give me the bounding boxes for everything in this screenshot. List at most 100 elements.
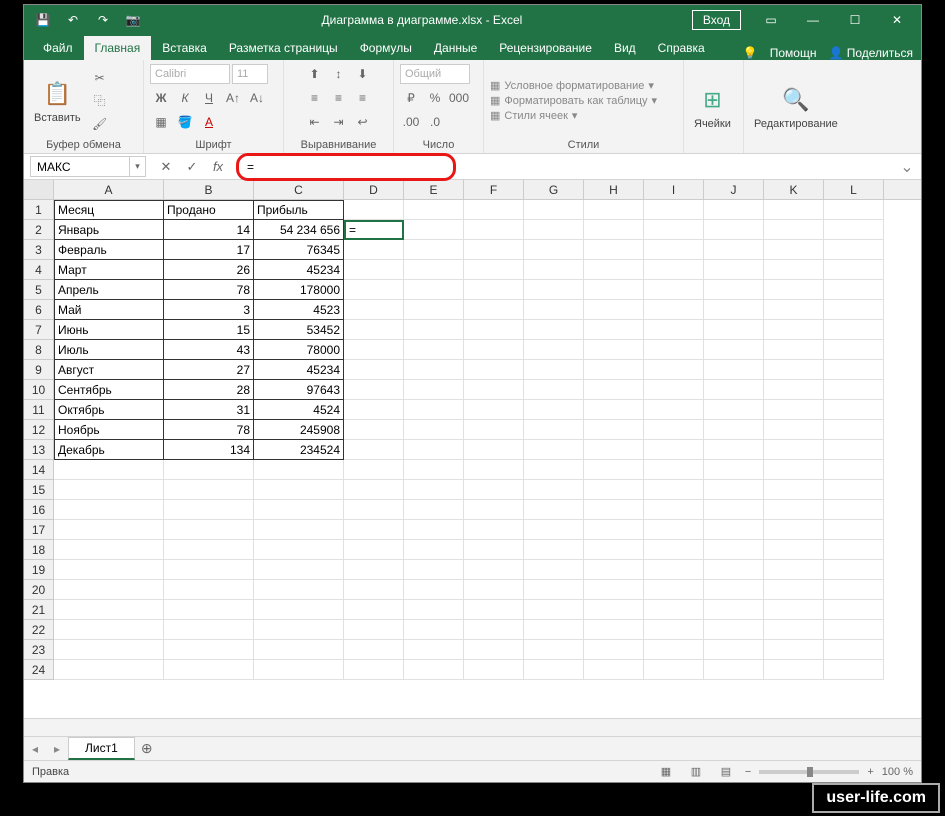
expand-formula-bar-icon[interactable]: ⌄ <box>897 157 917 177</box>
cell[interactable] <box>824 240 884 260</box>
cell[interactable]: Июнь <box>54 320 164 340</box>
cell[interactable] <box>584 260 644 280</box>
cell[interactable] <box>584 520 644 540</box>
cell[interactable] <box>524 420 584 440</box>
cell[interactable] <box>404 280 464 300</box>
row-header[interactable]: 12 <box>24 420 54 440</box>
italic-button[interactable]: К <box>174 88 196 108</box>
cell[interactable] <box>764 220 824 240</box>
row-header[interactable]: 10 <box>24 380 54 400</box>
cell[interactable] <box>464 620 524 640</box>
cell[interactable] <box>584 380 644 400</box>
cell[interactable] <box>824 260 884 280</box>
cell[interactable]: 245908 <box>254 420 344 440</box>
cell[interactable] <box>644 340 704 360</box>
cell[interactable] <box>254 560 344 580</box>
add-sheet-icon[interactable]: ⊕ <box>135 738 159 760</box>
column-header[interactable]: H <box>584 180 644 199</box>
cell[interactable]: 178000 <box>254 280 344 300</box>
name-box[interactable]: МАКС <box>30 156 130 177</box>
cell[interactable] <box>54 660 164 680</box>
cell[interactable] <box>704 520 764 540</box>
cell[interactable] <box>824 580 884 600</box>
cell[interactable] <box>344 640 404 660</box>
cell[interactable] <box>824 440 884 460</box>
cell[interactable] <box>524 620 584 640</box>
cell[interactable] <box>824 280 884 300</box>
wrap-text-icon[interactable]: ↩ <box>352 112 374 132</box>
cell[interactable] <box>164 480 254 500</box>
cell[interactable] <box>704 340 764 360</box>
column-header[interactable]: G <box>524 180 584 199</box>
cell[interactable] <box>524 340 584 360</box>
copy-icon[interactable]: ⿻ <box>89 91 111 111</box>
cell[interactable] <box>344 440 404 460</box>
cell[interactable]: 3 <box>164 300 254 320</box>
cell[interactable] <box>824 420 884 440</box>
cell[interactable]: 43 <box>164 340 254 360</box>
cell[interactable] <box>464 380 524 400</box>
cell[interactable] <box>344 380 404 400</box>
cell[interactable] <box>764 660 824 680</box>
column-header[interactable]: L <box>824 180 884 199</box>
cell[interactable] <box>344 540 404 560</box>
cell[interactable] <box>644 380 704 400</box>
border-icon[interactable]: ▦ <box>150 112 172 132</box>
zoom-level[interactable]: 100 % <box>882 766 913 778</box>
cell[interactable] <box>704 260 764 280</box>
cell[interactable] <box>644 300 704 320</box>
cell[interactable] <box>464 260 524 280</box>
row-header[interactable]: 1 <box>24 200 54 220</box>
underline-button[interactable]: Ч <box>198 88 220 108</box>
tab-вид[interactable]: Вид <box>603 36 647 60</box>
cell[interactable] <box>584 420 644 440</box>
cell[interactable] <box>524 580 584 600</box>
cell[interactable] <box>824 660 884 680</box>
cell[interactable] <box>764 280 824 300</box>
cell[interactable] <box>764 560 824 580</box>
cell[interactable] <box>704 480 764 500</box>
column-header[interactable]: I <box>644 180 704 199</box>
cell[interactable] <box>404 340 464 360</box>
cancel-formula-icon[interactable]: ✕ <box>154 157 178 177</box>
cell[interactable] <box>344 600 404 620</box>
row-header[interactable]: 22 <box>24 620 54 640</box>
row-header[interactable]: 23 <box>24 640 54 660</box>
enter-formula-icon[interactable]: ✓ <box>180 157 204 177</box>
cell[interactable] <box>704 420 764 440</box>
cell[interactable] <box>54 640 164 660</box>
cell[interactable]: 31 <box>164 400 254 420</box>
cell[interactable] <box>164 660 254 680</box>
cell[interactable] <box>644 560 704 580</box>
cell[interactable] <box>584 480 644 500</box>
login-button[interactable]: Вход <box>692 10 741 30</box>
cell[interactable] <box>164 520 254 540</box>
row-header[interactable]: 2 <box>24 220 54 240</box>
share-button[interactable]: 👤 Поделиться <box>828 46 913 60</box>
cell[interactable] <box>464 560 524 580</box>
cell[interactable] <box>404 580 464 600</box>
number-format-select[interactable]: Общий <box>400 64 470 84</box>
cell[interactable] <box>464 460 524 480</box>
cell[interactable]: Прибыль <box>254 200 344 220</box>
cell[interactable] <box>824 300 884 320</box>
cell[interactable] <box>584 560 644 580</box>
cell[interactable]: 76345 <box>254 240 344 260</box>
cell[interactable] <box>344 360 404 380</box>
cell[interactable] <box>164 560 254 580</box>
cell[interactable]: 78000 <box>254 340 344 360</box>
cell[interactable] <box>404 240 464 260</box>
cell[interactable] <box>644 280 704 300</box>
cell[interactable] <box>344 280 404 300</box>
row-header[interactable]: 11 <box>24 400 54 420</box>
tab-вставка[interactable]: Вставка <box>151 36 218 60</box>
cell[interactable] <box>404 460 464 480</box>
cell[interactable]: Декабрь <box>54 440 164 460</box>
cell[interactable] <box>824 200 884 220</box>
cell[interactable] <box>644 240 704 260</box>
column-header[interactable]: E <box>404 180 464 199</box>
cell[interactable] <box>464 220 524 240</box>
normal-view-icon[interactable]: ▦ <box>655 763 677 781</box>
cell[interactable] <box>524 220 584 240</box>
tab-данные[interactable]: Данные <box>423 36 488 60</box>
